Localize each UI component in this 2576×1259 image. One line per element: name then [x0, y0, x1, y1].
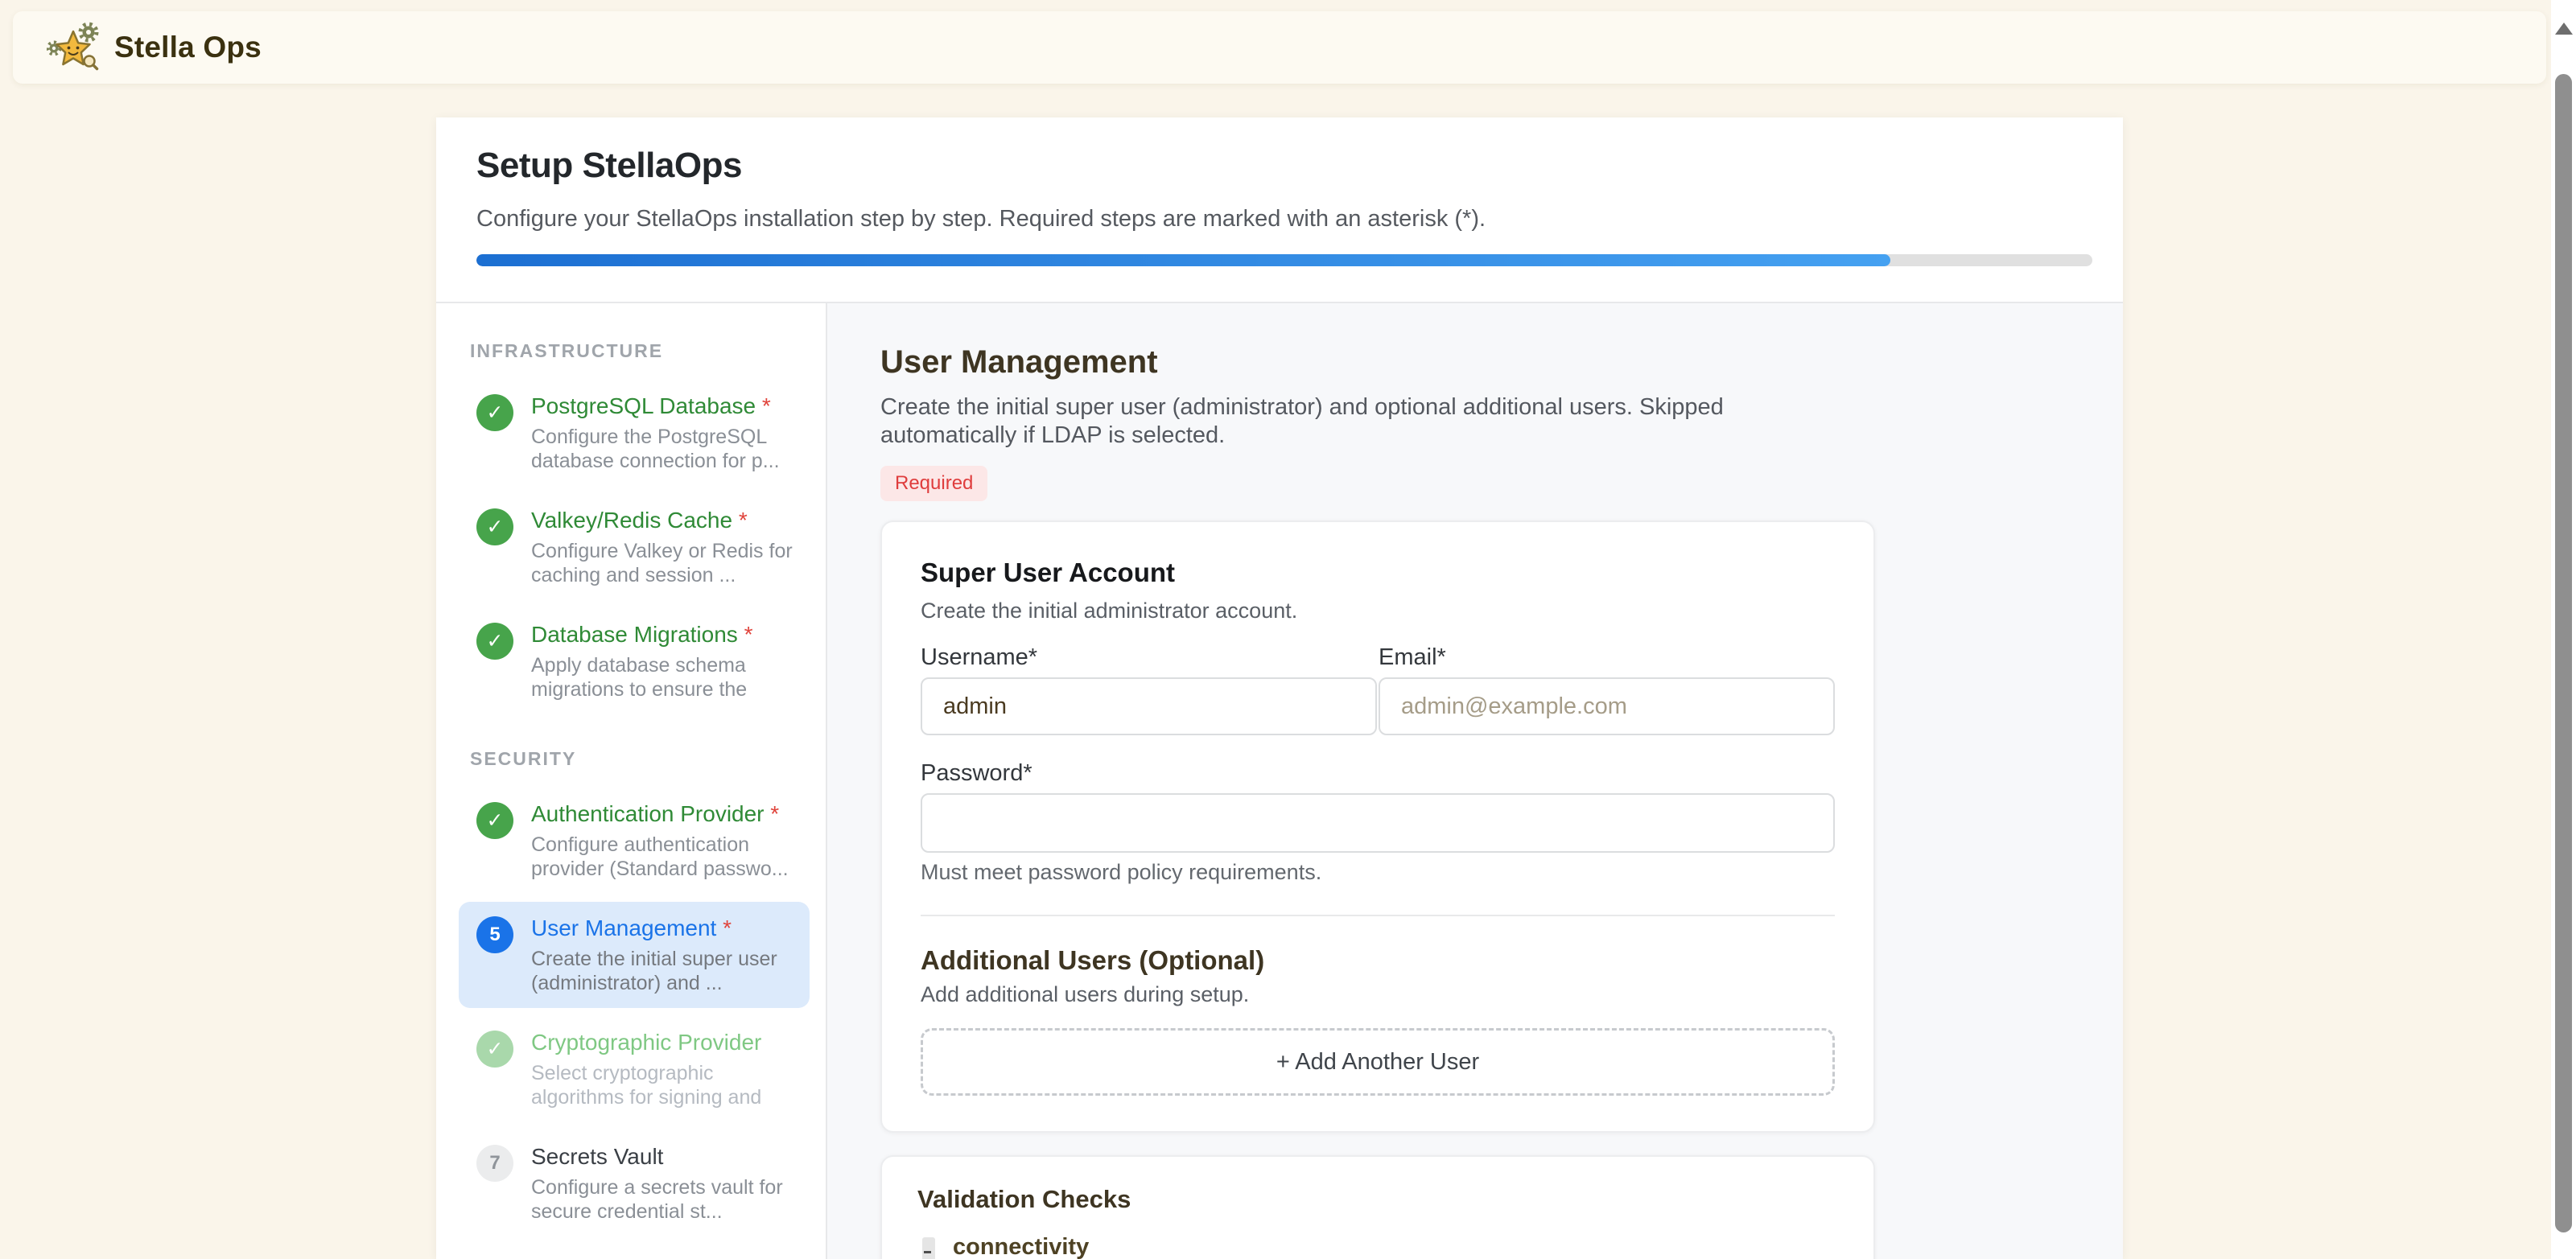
scrollbar-track[interactable]	[2551, 0, 2576, 1259]
scrollbar-up-arrow-icon[interactable]	[2555, 23, 2573, 35]
step-title: Database Migrations *	[531, 621, 793, 648]
step-description: Configure a secrets vault for secure cre…	[531, 1175, 793, 1224]
username-label: Username*	[921, 644, 1377, 671]
validation-checks-panel: Validation Checks connectivity Check pas…	[880, 1155, 1875, 1259]
scrollbar-thumb[interactable]	[2555, 74, 2572, 1232]
step-content: User Management Create the initial super…	[827, 303, 2123, 1259]
step-description-text: Create the initial super user (administr…	[880, 393, 1798, 450]
required-asterisk: *	[732, 508, 748, 533]
validation-check-row: connectivity Check passed	[917, 1234, 1838, 1259]
steps-sidebar: INFRASTRUCTURE ✓ PostgreSQL Database * C…	[436, 303, 827, 1259]
check-name: connectivity	[953, 1234, 1090, 1259]
step-description: Configure authentication provider (Stand…	[531, 833, 793, 881]
step-title: Cryptographic Provider	[531, 1029, 793, 1056]
check-circle-icon: ✓	[476, 508, 513, 545]
app-header: Stella Ops	[13, 11, 2546, 84]
stella-ops-logo	[47, 20, 101, 75]
step-title: PostgreSQL Database *	[531, 393, 793, 420]
check-circle-icon: ✓	[476, 802, 513, 839]
step-title: Valkey/Redis Cache *	[531, 507, 793, 534]
step-description: Apply database schema migrations to ensu…	[531, 653, 793, 702]
setup-wizard-card: Setup StellaOps Configure your StellaOps…	[436, 117, 2123, 1259]
required-asterisk: *	[738, 622, 753, 647]
password-hint: Must meet password policy requirements.	[921, 859, 1835, 886]
add-another-user-button[interactable]: + Add Another User	[921, 1028, 1835, 1096]
page-subtitle: Configure your StellaOps installation st…	[476, 204, 2083, 233]
section-label-infrastructure: INFRASTRUCTURE	[470, 340, 810, 362]
password-input[interactable]	[921, 793, 1835, 853]
required-asterisk: *	[716, 915, 732, 940]
validation-title: Validation Checks	[917, 1186, 1838, 1213]
email-label: Email*	[1379, 644, 1835, 671]
step-title: Authentication Provider *	[531, 800, 793, 828]
step-description: Create the initial super user (administr…	[531, 947, 793, 995]
step-title: Secrets Vault	[531, 1143, 793, 1171]
required-badge: Required	[880, 466, 987, 501]
username-input[interactable]	[921, 677, 1377, 735]
email-input[interactable]	[1379, 677, 1835, 735]
setup-progress-bar	[476, 254, 2092, 266]
step-description: Configure Valkey or Redis for caching an…	[531, 539, 793, 587]
required-asterisk: *	[756, 393, 771, 418]
step-title: User Management *	[531, 915, 793, 942]
check-circle-icon: ✓	[476, 394, 513, 431]
additional-users-title: Additional Users (Optional)	[921, 945, 1835, 976]
step-heading: User Management	[880, 344, 2123, 381]
sidebar-item-authentication-provider[interactable]: ✓ Authentication Provider * Configure au…	[459, 788, 810, 894]
step-number-icon: 7	[476, 1145, 513, 1182]
step-description: Configure the PostgreSQL database connec…	[531, 425, 793, 473]
check-status-icon	[922, 1237, 935, 1259]
required-asterisk: *	[765, 801, 780, 826]
sidebar-item-valkey-redis-cache[interactable]: ✓ Valkey/Redis Cache * Configure Valkey …	[459, 494, 810, 600]
password-label: Password*	[921, 759, 1835, 787]
additional-users-subtitle: Add additional users during setup.	[921, 982, 1835, 1007]
step-description: Select cryptographic algorithms for sign…	[531, 1061, 793, 1109]
panel-title: Super User Account	[921, 557, 1835, 588]
sidebar-item-cryptographic-provider[interactable]: ✓ Cryptographic Provider Select cryptogr…	[459, 1016, 810, 1122]
check-circle-icon: ✓	[476, 623, 513, 660]
page-title: Setup StellaOps	[476, 145, 2083, 187]
sidebar-item-user-management[interactable]: 5 User Management * Create the initial s…	[459, 902, 810, 1008]
sidebar-item-postgresql-database[interactable]: ✓ PostgreSQL Database * Configure the Po…	[459, 380, 810, 486]
step-number-icon: 5	[476, 916, 513, 953]
progress-fill	[476, 254, 1890, 266]
panel-subtitle: Create the initial administrator account…	[921, 598, 1835, 624]
wizard-header: Setup StellaOps Configure your StellaOps…	[436, 117, 2123, 303]
super-user-account-panel: Super User Account Create the initial ad…	[880, 520, 1875, 1133]
section-divider	[921, 915, 1835, 916]
check-circle-icon: ✓	[476, 1031, 513, 1068]
sidebar-item-database-migrations[interactable]: ✓ Database Migrations * Apply database s…	[459, 608, 810, 714]
section-label-security: SECURITY	[470, 748, 810, 770]
brand-name: Stella Ops	[114, 31, 262, 64]
sidebar-item-secrets-vault[interactable]: 7 Secrets Vault Configure a secrets vaul…	[459, 1130, 810, 1236]
